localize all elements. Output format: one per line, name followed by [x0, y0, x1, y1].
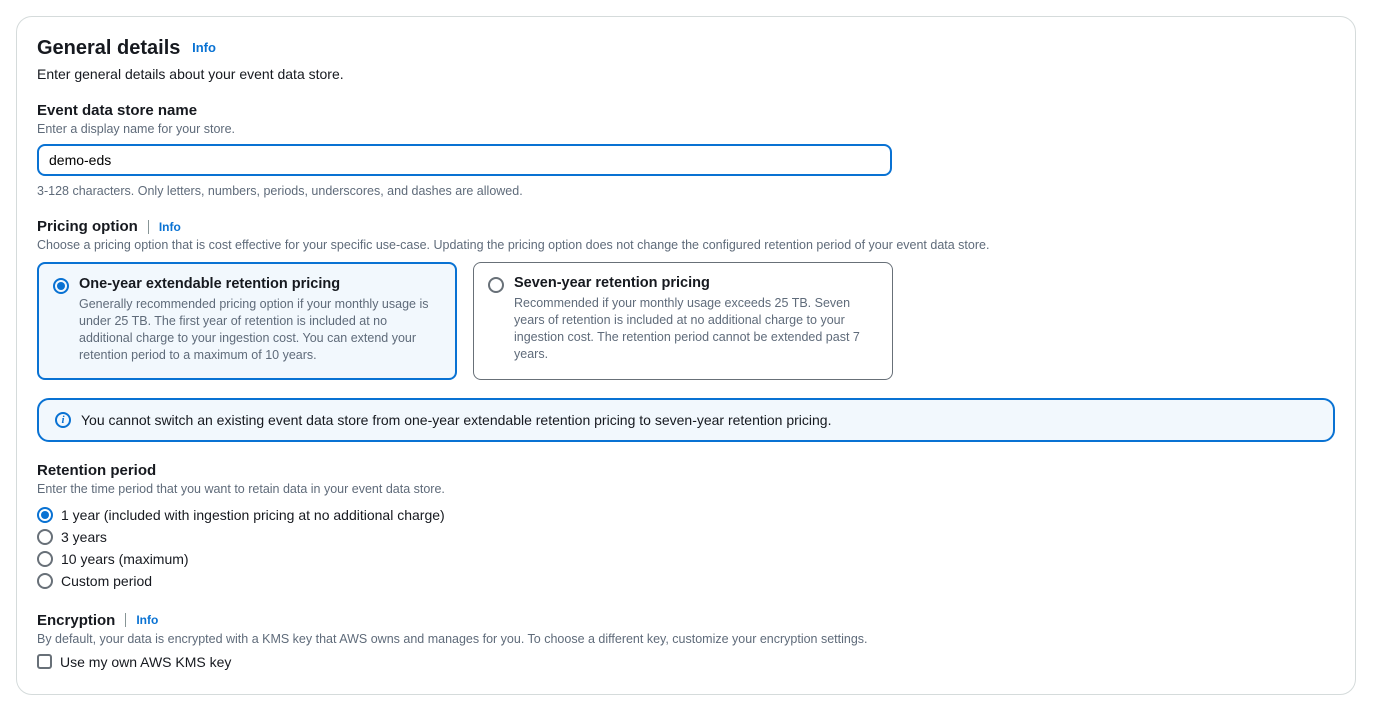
divider: [125, 613, 126, 627]
pricing-option-desc: Generally recommended pricing option if …: [79, 296, 441, 364]
info-link-general[interactable]: Info: [192, 40, 216, 55]
retention-options: 1 year (included with ingestion pricing …: [37, 504, 1335, 592]
retention-label: Retention period: [37, 462, 1335, 479]
retention-option-3years[interactable]: 3 years: [37, 526, 1335, 548]
radio-icon: [37, 573, 53, 589]
pricing-field-group: Pricing option Info Choose a pricing opt…: [37, 218, 1335, 442]
pricing-option-title: Seven-year retention pricing: [514, 275, 878, 291]
pricing-option-seven-year[interactable]: Seven-year retention pricing Recommended…: [473, 262, 893, 380]
checkbox-label: Use my own AWS KMS key: [60, 654, 231, 670]
name-field-group: Event data store name Enter a display na…: [37, 102, 1335, 198]
radio-icon: [488, 277, 504, 293]
retention-option-10years[interactable]: 10 years (maximum): [37, 548, 1335, 570]
retention-hint: Enter the time period that you want to r…: [37, 482, 1335, 496]
name-field-hint: Enter a display name for your store.: [37, 122, 1335, 136]
encryption-field-group: Encryption Info By default, your data is…: [37, 612, 1335, 670]
panel-subtitle: Enter general details about your event d…: [37, 66, 1335, 82]
radio-icon: [37, 551, 53, 567]
divider: [148, 220, 149, 234]
panel-header: General details Info Enter general detai…: [37, 37, 1335, 82]
pricing-label: Pricing option: [37, 218, 138, 235]
radio-icon: [37, 507, 53, 523]
retention-option-label: Custom period: [61, 573, 152, 589]
encryption-hint: By default, your data is encrypted with …: [37, 632, 1335, 646]
pricing-options-row: One-year extendable retention pricing Ge…: [37, 262, 1335, 380]
retention-option-label: 1 year (included with ingestion pricing …: [61, 507, 445, 523]
retention-option-label: 10 years (maximum): [61, 551, 189, 567]
retention-option-1year[interactable]: 1 year (included with ingestion pricing …: [37, 504, 1335, 526]
alert-text: You cannot switch an existing event data…: [81, 412, 831, 428]
pricing-hint: Choose a pricing option that is cost eff…: [37, 238, 1335, 252]
pricing-alert: i You cannot switch an existing event da…: [37, 398, 1335, 442]
checkbox-icon: [37, 654, 52, 669]
info-icon: i: [55, 412, 71, 428]
radio-icon: [53, 278, 69, 294]
info-link-encryption[interactable]: Info: [136, 613, 158, 627]
retention-field-group: Retention period Enter the time period t…: [37, 462, 1335, 592]
encryption-label: Encryption: [37, 612, 115, 629]
panel-title: General details: [37, 37, 180, 59]
general-details-panel: General details Info Enter general detai…: [16, 16, 1356, 695]
retention-option-label: 3 years: [61, 529, 107, 545]
retention-option-custom[interactable]: Custom period: [37, 570, 1335, 592]
info-link-pricing[interactable]: Info: [159, 220, 181, 234]
radio-icon: [37, 529, 53, 545]
use-own-kms-key-checkbox[interactable]: Use my own AWS KMS key: [37, 654, 1335, 670]
name-field-constraint: 3-128 characters. Only letters, numbers,…: [37, 184, 1335, 198]
name-field-label: Event data store name: [37, 102, 1335, 119]
pricing-option-one-year[interactable]: One-year extendable retention pricing Ge…: [37, 262, 457, 380]
pricing-option-title: One-year extendable retention pricing: [79, 276, 441, 292]
pricing-option-desc: Recommended if your monthly usage exceed…: [514, 295, 878, 363]
event-data-store-name-input[interactable]: [37, 144, 892, 176]
